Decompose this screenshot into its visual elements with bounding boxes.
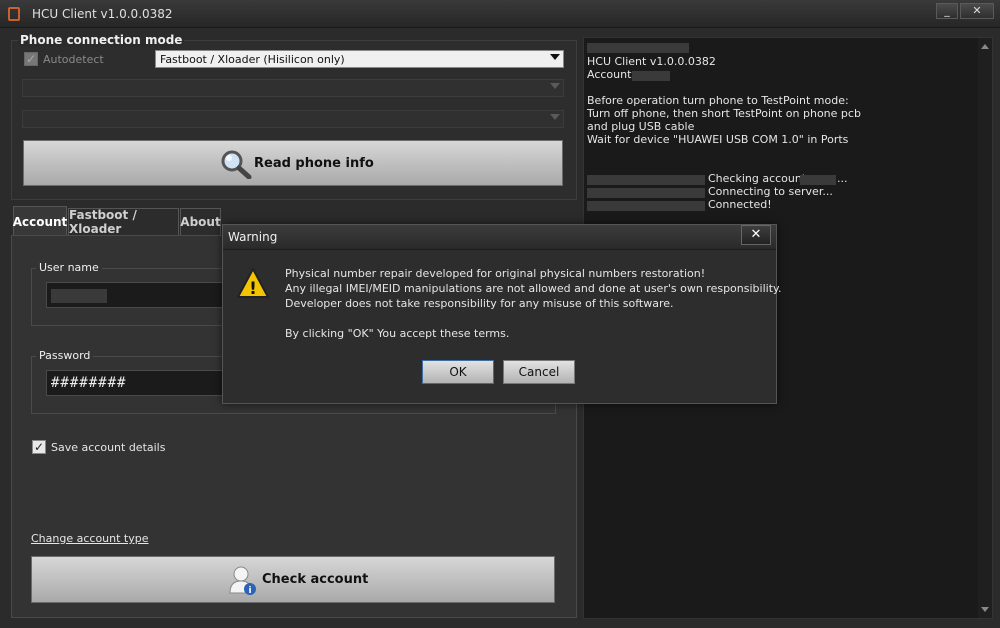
chevron-down-icon [550, 83, 560, 89]
log-line: Connected! [708, 198, 772, 211]
read-phone-info-label: Read phone info [254, 155, 374, 171]
username-label: User name [36, 261, 102, 274]
dialog-line: Physical number repair developed for ori… [285, 267, 706, 280]
log-line: Before operation turn phone to TestPoint… [587, 94, 849, 107]
password-value: ######## [51, 375, 127, 391]
tab-fastboot-xloader[interactable]: Fastboot / Xloader [68, 208, 179, 236]
warning-dialog: Warning ✕ ! Physical number repair devel… [222, 224, 782, 404]
log-masked-text [587, 175, 705, 185]
dialog-title-bar: Warning ✕ [223, 225, 776, 250]
chevron-down-icon [550, 54, 560, 60]
close-button[interactable]: ✕ [960, 3, 994, 19]
warning-icon: ! [237, 268, 269, 299]
log-line: HCU Client v1.0.0.0382 [587, 55, 716, 68]
username-masked-value [51, 289, 107, 303]
connection-mode-value: Fastboot / Xloader (Hisilicon only) [160, 53, 345, 66]
log-masked-text [632, 71, 670, 81]
warning-glyph: ! [249, 279, 257, 299]
scroll-up-icon[interactable] [981, 44, 989, 49]
password-label: Password [36, 349, 94, 362]
read-phone-info-button[interactable]: Read phone info [23, 140, 563, 186]
save-account-label: Save account details [51, 441, 166, 454]
cancel-button[interactable]: Cancel [503, 360, 575, 384]
connection-mode-select[interactable]: Fastboot / Xloader (Hisilicon only) [155, 50, 564, 68]
tab-about[interactable]: About [180, 208, 221, 235]
device-select[interactable] [22, 110, 564, 128]
dialog-line: Any illegal IMEI/MEID manipulations are … [285, 282, 782, 295]
log-line: Checking account [708, 172, 807, 185]
port-select[interactable] [22, 79, 564, 97]
window-title: HCU Client v1.0.0.0382 [32, 7, 173, 21]
log-line: Account: [587, 68, 636, 81]
checkmark-icon: ✓ [25, 52, 37, 66]
tab-account[interactable]: Account [13, 206, 67, 236]
log-line: and plug USB cable [587, 120, 695, 133]
title-bar: HCU Client v1.0.0.0382 _ ✕ [0, 0, 1000, 28]
log-masked-text [587, 188, 705, 198]
autodetect-label: Autodetect [43, 53, 104, 66]
log-ellipsis: ... [837, 172, 848, 185]
check-account-label: Check account [262, 572, 369, 587]
checkmark-icon: ✓ [33, 440, 45, 454]
dialog-close-button[interactable]: ✕ [741, 225, 771, 245]
log-line: Wait for device "HUAWEI USB COM 1.0" in … [587, 133, 849, 146]
magnifier-icon [221, 150, 252, 179]
chevron-down-icon [550, 114, 560, 120]
log-line: Turn off phone, then short TestPoint on … [587, 107, 861, 120]
log-line: Connecting to server... [708, 185, 833, 198]
user-info-icon: i [229, 566, 256, 596]
save-account-checkbox[interactable]: ✓ [32, 440, 46, 454]
dialog-message: Physical number repair developed for ori… [285, 266, 782, 341]
check-account-button[interactable]: i Check account [31, 556, 555, 603]
app-icon [8, 7, 20, 21]
dialog-title: Warning [228, 230, 278, 244]
minimize-button[interactable]: _ [936, 3, 958, 19]
phone-connection-title: Phone connection mode [18, 33, 185, 47]
change-account-type-link[interactable]: Change account type [31, 532, 149, 545]
ok-button[interactable]: OK [422, 360, 494, 384]
dialog-line: By clicking "OK" You accept these terms. [285, 327, 510, 340]
log-masked-text [587, 201, 705, 211]
info-glyph: i [248, 586, 251, 596]
scroll-down-icon[interactable] [981, 607, 989, 612]
log-masked-text [587, 43, 689, 53]
dialog-line: Developer does not take responsibility f… [285, 297, 674, 310]
log-masked-text [800, 175, 836, 185]
log-scrollbar[interactable] [978, 38, 992, 618]
autodetect-checkbox[interactable]: ✓ [24, 52, 38, 66]
